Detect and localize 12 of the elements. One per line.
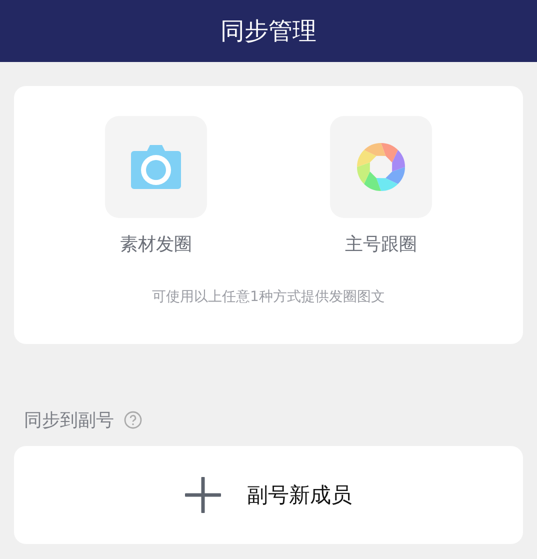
aperture-icon — [356, 142, 406, 192]
option-label: 素材发圈 — [120, 233, 192, 256]
camera-icon — [131, 145, 181, 189]
option-label: 主号跟圈 — [345, 233, 417, 256]
source-option[interactable]: 素材发圈 — [105, 116, 207, 256]
add-member-button[interactable]: 副号新成员 — [14, 446, 523, 544]
page-title: 同步管理 — [220, 16, 316, 47]
section-title: 同步到副号 — [24, 409, 114, 432]
plus-icon — [185, 477, 221, 513]
help-icon[interactable] — [124, 411, 142, 429]
source-option[interactable]: 主号跟圈 — [330, 116, 432, 256]
hint-text: 可使用以上任意1种方式提供发圈图文 — [152, 288, 385, 306]
